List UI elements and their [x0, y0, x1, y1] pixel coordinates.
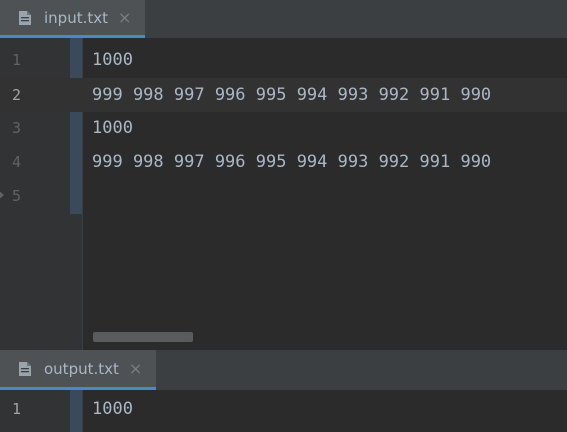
- editor-line: 1 1000: [0, 43, 567, 77]
- line-number: 3: [12, 119, 22, 137]
- line-text: 1000: [92, 399, 133, 419]
- tab-input-txt[interactable]: input.txt ×: [0, 0, 146, 38]
- line-number: 1: [12, 51, 22, 69]
- close-icon[interactable]: ×: [118, 8, 131, 27]
- editor-line-current: 2 999 998 997 996 995 994 993 992 991 99…: [0, 78, 567, 112]
- line-number: 2: [12, 86, 22, 104]
- top-tab-bar: input.txt ×: [0, 0, 567, 38]
- line-text: 1000: [92, 50, 133, 70]
- bottom-tab-bar: output.txt ×: [0, 350, 567, 390]
- line-text: 1000: [92, 118, 133, 138]
- line-number: 5: [12, 187, 22, 205]
- text-file-icon: [19, 361, 31, 376]
- line-text: 999 998 997 996 995 994 993 992 991 990: [92, 152, 492, 172]
- caret-arrow-icon: [0, 190, 4, 200]
- horizontal-scrollbar[interactable]: [93, 332, 193, 342]
- editor-line: 4 999 998 997 996 995 994 993 992 991 99…: [0, 145, 567, 179]
- editor-input[interactable]: 1 1000 2 999 998 997 996 995 994 993 992…: [0, 38, 567, 350]
- editor-line: 1 1000: [0, 392, 567, 426]
- tab-label: output.txt: [44, 359, 119, 378]
- text-file-icon: [19, 10, 31, 25]
- line-text: 999 998 997 996 995 994 993 992 991 990: [92, 85, 492, 105]
- editor-output[interactable]: 1 1000: [0, 390, 567, 432]
- editor-line: 5: [0, 179, 567, 213]
- line-number: 1: [12, 400, 22, 418]
- close-icon[interactable]: ×: [129, 359, 142, 378]
- editor-line: 3 1000: [0, 111, 567, 145]
- tab-label: input.txt: [44, 8, 108, 27]
- line-number: 4: [12, 153, 22, 171]
- tab-output-txt[interactable]: output.txt ×: [0, 350, 157, 390]
